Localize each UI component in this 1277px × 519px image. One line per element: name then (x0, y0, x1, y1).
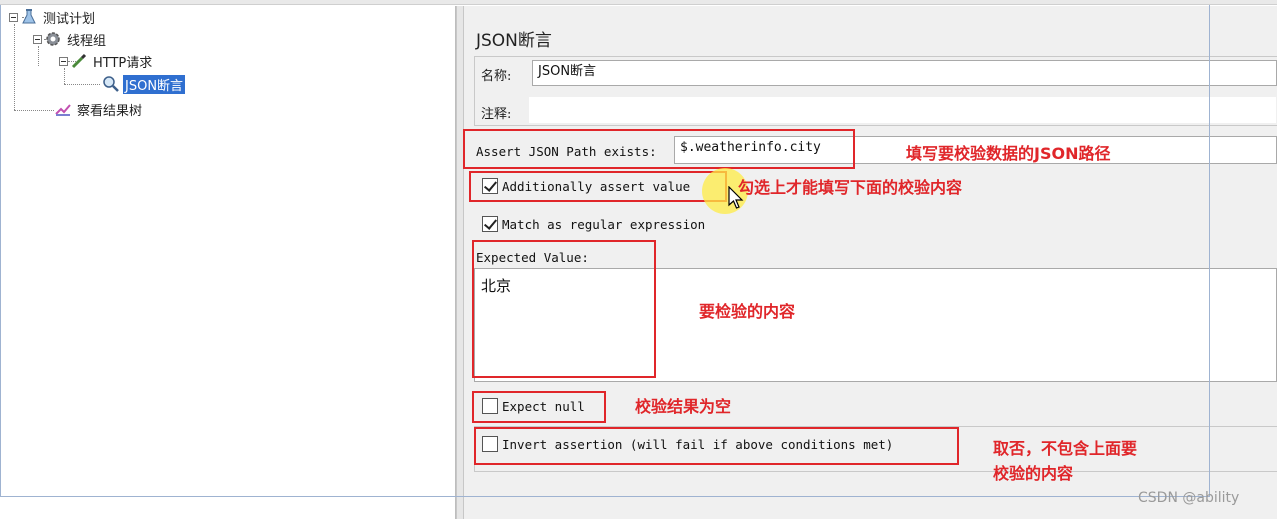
note-invert-line1: 取否，不包含上面要 (993, 439, 1138, 458)
annotation-box-additionally (469, 171, 727, 202)
annotation-box-invert (474, 427, 959, 465)
annotation-box-expect-null (472, 391, 606, 423)
watermark: CSDN @ability (1138, 490, 1240, 506)
annotation-box-expected (472, 240, 656, 378)
note-json-path: 填写要校验数据的JSON路径 (906, 144, 1111, 163)
note-invert-line2: 校验的内容 (993, 464, 1074, 483)
note-expected: 要检验的内容 (699, 302, 796, 321)
note-additionally: 勾选上才能填写下面的校验内容 (738, 178, 963, 197)
annotation-box-json-path (463, 129, 855, 169)
note-expect-null: 校验结果为空 (635, 397, 732, 416)
